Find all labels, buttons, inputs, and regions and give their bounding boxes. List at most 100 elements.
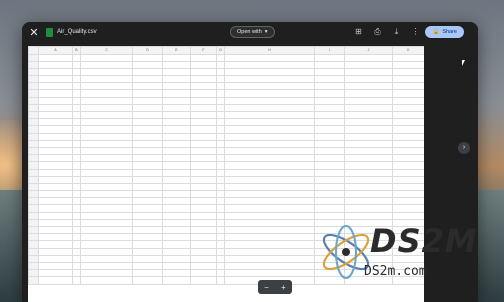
table-cell[interactable] (314, 190, 345, 199)
table-cell[interactable] (344, 110, 393, 120)
table-cell[interactable] (314, 175, 345, 184)
table-cell[interactable] (72, 132, 81, 141)
table-cell[interactable] (132, 132, 163, 141)
table-cell[interactable] (80, 276, 133, 285)
table-cell[interactable] (162, 233, 191, 242)
table-cell[interactable] (190, 254, 217, 263)
table-cell[interactable] (132, 67, 163, 77)
row-number-cell[interactable] (28, 154, 39, 163)
table-cell[interactable] (224, 132, 315, 141)
open-with-button[interactable]: Open with ▾ (230, 26, 275, 38)
table-cell[interactable] (392, 132, 424, 141)
table-cell[interactable] (72, 197, 81, 206)
row-number-cell[interactable] (28, 182, 39, 192)
table-cell[interactable] (392, 118, 424, 127)
table-cell[interactable] (162, 82, 191, 91)
table-cell[interactable] (392, 190, 424, 199)
table-cell[interactable] (216, 254, 225, 263)
row-number-cell[interactable] (28, 269, 39, 278)
row-number-cell[interactable] (28, 53, 39, 62)
table-cell[interactable] (224, 139, 315, 148)
table-cell[interactable] (38, 118, 73, 127)
table-cell[interactable] (80, 168, 133, 177)
table-cell[interactable] (162, 125, 191, 134)
table-cell[interactable] (162, 75, 191, 84)
table-cell[interactable] (216, 110, 225, 120)
table-cell[interactable] (392, 168, 424, 177)
table-cell[interactable] (216, 197, 225, 206)
table-cell[interactable] (224, 269, 315, 278)
table-cell[interactable] (162, 240, 191, 249)
table-cell[interactable] (392, 53, 424, 62)
row-number-cell[interactable] (28, 211, 39, 220)
row-number-cell[interactable] (28, 146, 39, 156)
table-cell[interactable] (314, 82, 345, 91)
table-cell[interactable] (162, 276, 191, 285)
table-cell[interactable] (224, 175, 315, 184)
table-cell[interactable] (344, 75, 393, 84)
table-cell[interactable] (392, 96, 424, 105)
row-number-cell[interactable] (28, 204, 39, 213)
table-cell[interactable] (38, 204, 73, 213)
table-cell[interactable] (344, 139, 393, 148)
table-cell[interactable] (190, 67, 217, 77)
table-cell[interactable] (162, 60, 191, 69)
table-cell[interactable] (72, 254, 81, 263)
table-cell[interactable] (344, 96, 393, 105)
table-cell[interactable] (224, 182, 315, 192)
table-cell[interactable] (190, 269, 217, 278)
table-cell[interactable] (162, 247, 191, 256)
row-number-cell[interactable] (28, 96, 39, 105)
table-cell[interactable] (72, 225, 81, 235)
table-cell[interactable] (38, 53, 73, 62)
table-cell[interactable] (392, 182, 424, 192)
table-cell[interactable] (190, 82, 217, 91)
table-cell[interactable] (392, 67, 424, 77)
row-number-cell[interactable] (28, 168, 39, 177)
table-cell[interactable] (224, 125, 315, 134)
table-cell[interactable] (190, 211, 217, 220)
table-cell[interactable] (162, 190, 191, 199)
table-cell[interactable] (72, 261, 81, 271)
row-number-cell[interactable] (28, 75, 39, 84)
table-cell[interactable] (190, 168, 217, 177)
table-cell[interactable] (224, 53, 315, 62)
table-cell[interactable] (190, 276, 217, 285)
table-cell[interactable] (80, 254, 133, 263)
row-number-cell[interactable] (28, 103, 39, 113)
table-cell[interactable] (80, 89, 133, 98)
table-cell[interactable] (80, 240, 133, 249)
table-cell[interactable] (162, 110, 191, 120)
table-cell[interactable] (190, 75, 217, 84)
table-cell[interactable] (190, 146, 217, 156)
table-cell[interactable] (132, 53, 163, 62)
table-cell[interactable] (190, 175, 217, 184)
table-cell[interactable] (72, 118, 81, 127)
table-cell[interactable] (314, 139, 345, 148)
table-cell[interactable] (392, 139, 424, 148)
table-cell[interactable] (224, 204, 315, 213)
table-cell[interactable] (344, 103, 393, 113)
table-cell[interactable] (38, 276, 73, 285)
table-cell[interactable] (344, 60, 393, 69)
table-cell[interactable] (224, 161, 315, 170)
row-number-cell[interactable] (28, 89, 39, 98)
table-cell[interactable] (216, 67, 225, 77)
close-icon[interactable]: ✕ (28, 26, 40, 39)
table-cell[interactable] (72, 75, 81, 84)
table-cell[interactable] (216, 146, 225, 156)
table-cell[interactable] (224, 146, 315, 156)
table-cell[interactable] (72, 67, 81, 77)
table-cell[interactable] (216, 211, 225, 220)
table-cell[interactable] (216, 182, 225, 192)
table-cell[interactable] (314, 96, 345, 105)
table-cell[interactable] (72, 233, 81, 242)
table-cell[interactable] (392, 154, 424, 163)
table-cell[interactable] (314, 132, 345, 141)
table-cell[interactable] (314, 168, 345, 177)
table-cell[interactable] (38, 103, 73, 113)
table-cell[interactable] (72, 190, 81, 199)
table-cell[interactable] (72, 168, 81, 177)
table-cell[interactable] (314, 197, 345, 206)
table-cell[interactable] (162, 67, 191, 77)
